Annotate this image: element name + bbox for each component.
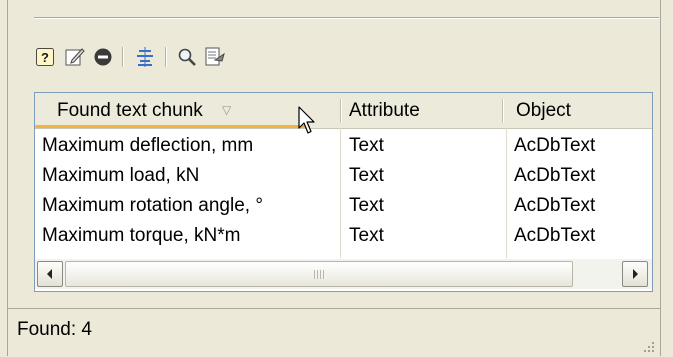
chevron-right-icon	[633, 269, 638, 279]
cell-object: AcDbText	[514, 135, 596, 156]
chevron-left-icon	[47, 269, 52, 279]
help-icon[interactable]: ?	[34, 46, 56, 68]
status-bar: Found: 4	[8, 308, 661, 357]
cell-found-text: Maximum deflection, mm	[42, 135, 254, 156]
sort-highlight	[35, 125, 310, 128]
status-found-count: Found: 4	[17, 319, 92, 340]
table-row[interactable]: Maximum rotation angle, ° Text AcDbText	[35, 191, 652, 221]
column-header-label: Attribute	[349, 100, 420, 121]
cell-object: AcDbText	[514, 195, 596, 216]
search-results-panel: ? Found text chunk ▽ Attribute Object Ma…	[7, 0, 661, 356]
toolbar-separator	[165, 47, 167, 67]
cell-attribute: Text	[349, 135, 384, 156]
scrollbar-thumb[interactable]	[65, 261, 573, 287]
column-divider[interactable]	[340, 99, 342, 123]
toolbar: ?	[34, 44, 354, 72]
cell-attribute: Text	[349, 225, 384, 246]
scroll-left-button[interactable]	[37, 261, 63, 287]
column-header-found-text-chunk[interactable]: Found text chunk ▽	[57, 93, 231, 128]
sort-indicator-icon: ▽	[222, 103, 232, 117]
column-header-object[interactable]: Object	[516, 93, 571, 128]
scroll-right-button[interactable]	[622, 261, 648, 287]
thumb-grip	[314, 270, 324, 279]
export-icon[interactable]	[204, 46, 226, 68]
cell-object: AcDbText	[514, 165, 596, 186]
results-grid[interactable]: Found text chunk ▽ Attribute Object Maxi…	[34, 92, 653, 292]
edit-icon[interactable]	[64, 46, 86, 68]
cell-object: AcDbText	[514, 225, 596, 246]
cell-attribute: Text	[349, 165, 384, 186]
table-row[interactable]: Maximum load, kN Text AcDbText	[35, 161, 652, 191]
search-icon[interactable]	[176, 46, 198, 68]
mouse-cursor-icon	[298, 106, 315, 134]
column-header-label: Found text chunk	[57, 100, 203, 121]
horizontal-scrollbar[interactable]	[35, 259, 652, 289]
svg-text:?: ?	[41, 50, 49, 65]
column-header-label: Object	[516, 100, 571, 121]
column-divider[interactable]	[502, 99, 504, 123]
cell-attribute: Text	[349, 195, 384, 216]
cell-found-text: Maximum rotation angle, °	[42, 195, 263, 216]
cell-found-text: Maximum torque, kN*m	[42, 225, 241, 246]
top-divider	[34, 17, 659, 19]
remove-icon[interactable]	[92, 46, 114, 68]
grid-header: Found text chunk ▽ Attribute Object	[35, 93, 652, 129]
table-row[interactable]: Maximum deflection, mm Text AcDbText	[35, 131, 652, 161]
column-header-attribute[interactable]: Attribute	[349, 93, 420, 128]
resize-grip-icon[interactable]	[641, 339, 655, 353]
toolbar-separator	[122, 47, 124, 67]
align-icon[interactable]	[134, 46, 156, 68]
cell-found-text: Maximum load, kN	[42, 165, 200, 186]
table-row[interactable]: Maximum torque, kN*m Text AcDbText	[35, 221, 652, 251]
